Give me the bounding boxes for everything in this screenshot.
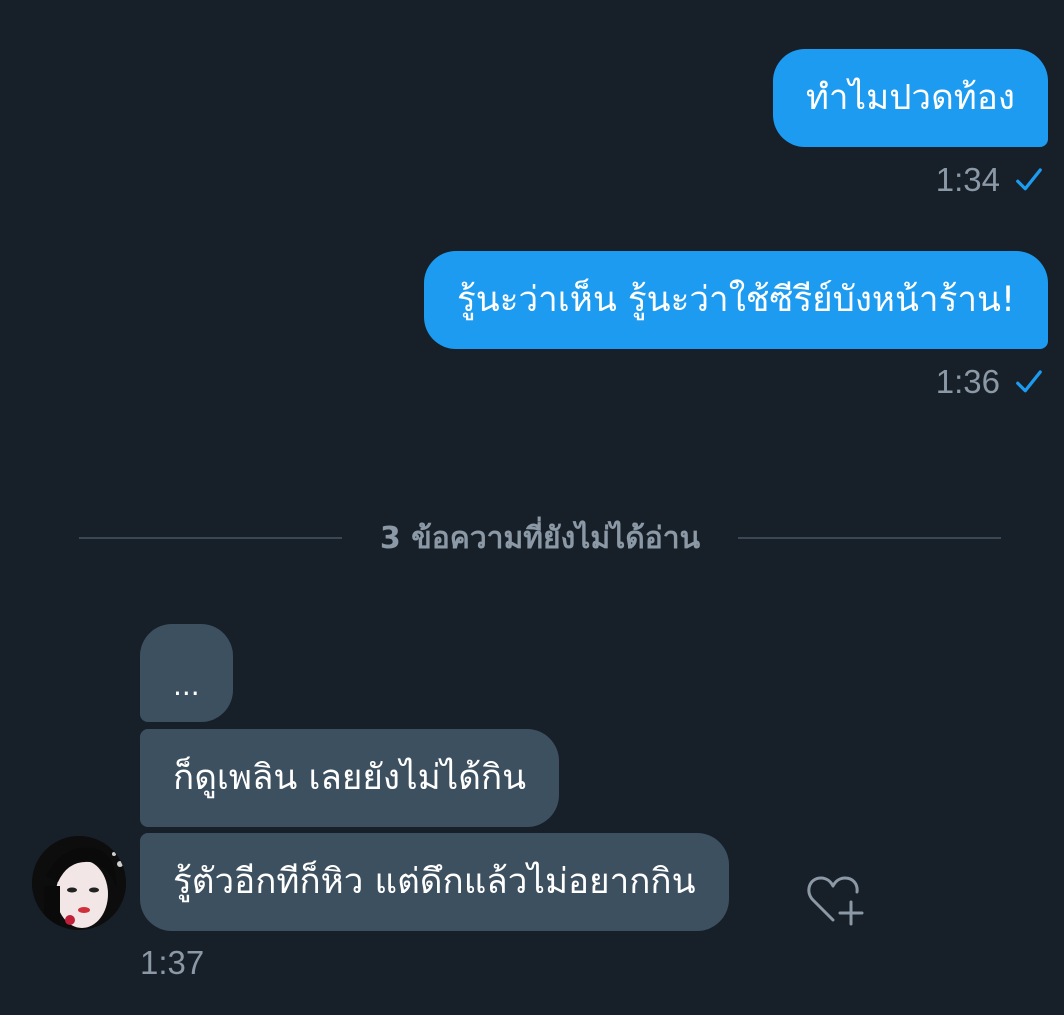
avatar-image [32, 836, 126, 930]
message-text: รู้นะว่าเห็น รู้นะว่าใช้ซีรีย์บังหน้าร้า… [456, 280, 1015, 320]
incoming-message-bubble[interactable]: ... [140, 624, 233, 722]
check-icon [1016, 370, 1042, 393]
message-timestamp: 1:36 [935, 363, 1000, 400]
message-meta: 1:34 [936, 160, 1044, 200]
message-timestamp: 1:34 [935, 161, 1000, 198]
avatar[interactable] [32, 836, 126, 930]
message-text: รู้ตัวอีกทีก็หิว แต่ดึกแล้วไม่อยากกิน [173, 862, 696, 902]
incoming-message-bubble[interactable]: รู้ตัวอีกทีก็หิว แต่ดึกแล้วไม่อยากกิน [140, 833, 729, 931]
divider-line [738, 537, 1001, 539]
dm-conversation: ทำไมปวดท้อง 1:34 รู้นะว่าเห็น รู้นะว่าใช… [0, 0, 1064, 1015]
message-meta: 1:36 [936, 362, 1044, 402]
message-text: ... [173, 669, 200, 702]
unread-count-label: 3 ข้อความที่ยังไม่ได้อ่าน [379, 520, 701, 556]
check-icon [1016, 168, 1042, 191]
outgoing-message-bubble[interactable]: ทำไมปวดท้อง [772, 49, 1048, 147]
outgoing-message-bubble[interactable]: รู้นะว่าเห็น รู้นะว่าใช้ซีรีย์บังหน้าร้า… [423, 251, 1048, 349]
message-text: ทำไมปวดท้อง [805, 78, 1015, 118]
message-timestamp: 1:37 [140, 944, 205, 981]
unread-messages-divider: 3 ข้อความที่ยังไม่ได้อ่าน [79, 516, 1001, 560]
heart-plus-icon[interactable] [803, 870, 865, 928]
incoming-message-bubble[interactable]: ก็ดูเพลิน เลยยังไม่ได้กิน [140, 729, 560, 827]
divider-line [79, 537, 342, 539]
message-text: ก็ดูเพลิน เลยยังไม่ได้กิน [173, 758, 527, 798]
